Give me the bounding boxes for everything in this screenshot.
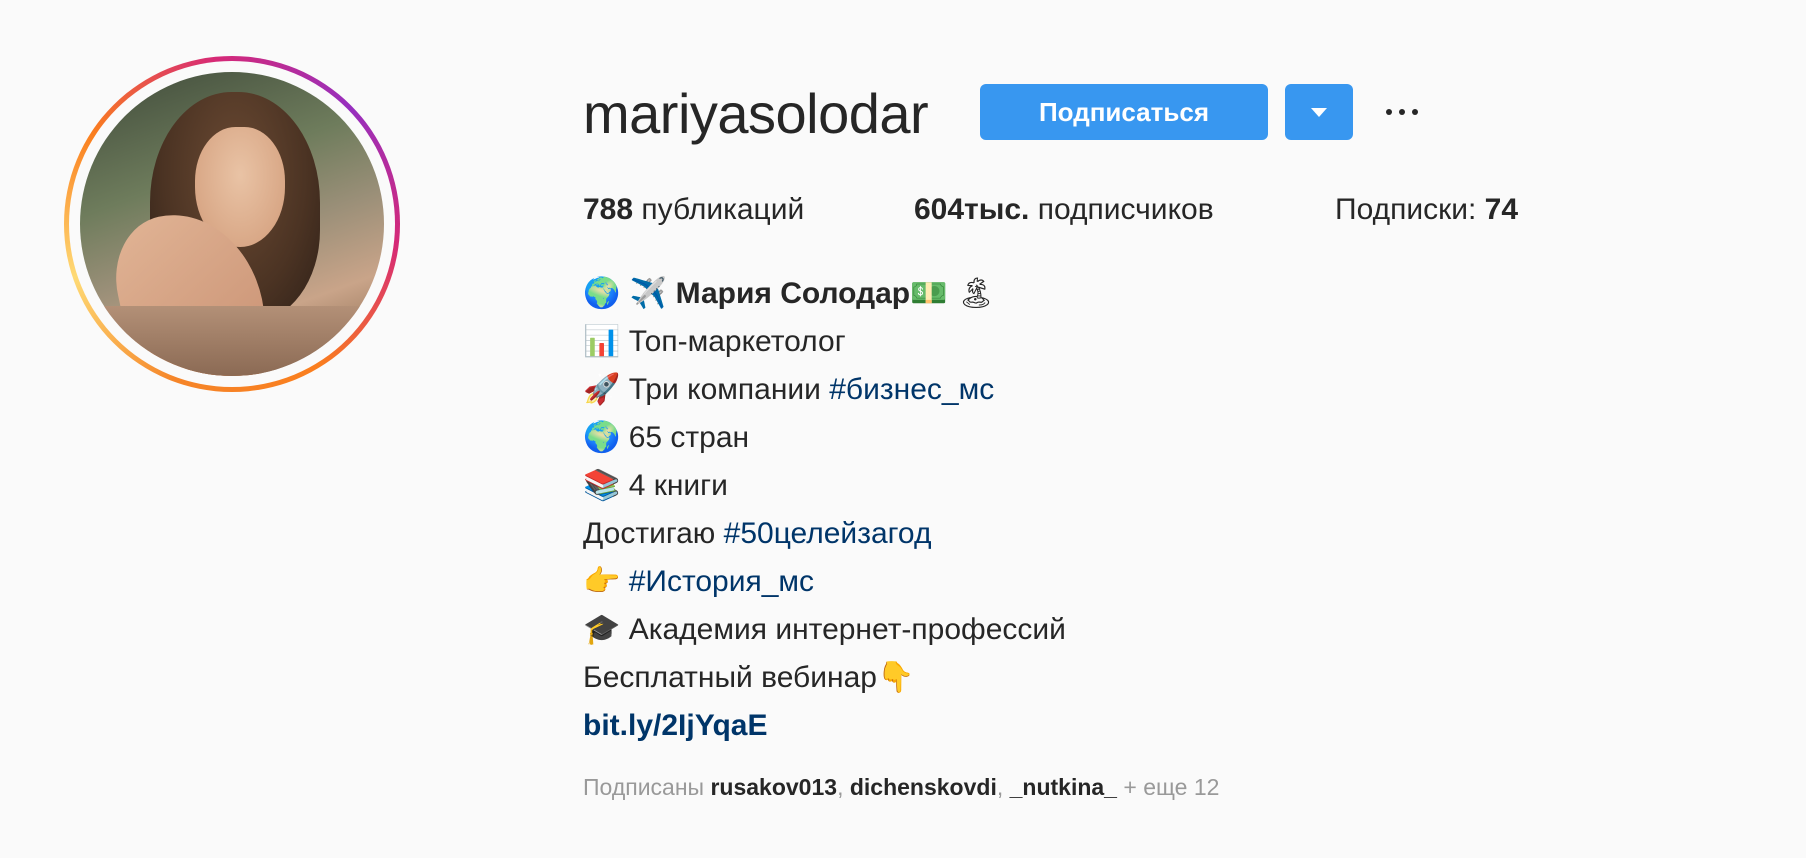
profile-page: mariyasolodar Подписаться 788 публикаций… <box>0 0 1806 858</box>
suggestions-dropdown-button[interactable] <box>1285 84 1353 140</box>
bio-line: 👉 #История_мс <box>583 558 1066 606</box>
stat-followers[interactable]: 604тыс. подписчиков <box>914 190 1214 230</box>
followed-by: Подписаны rusakov013, dichenskovdi, _nut… <box>583 774 1220 800</box>
graduation-cap-emoji: 🎓 <box>583 612 621 647</box>
follower-link[interactable]: dichenskovdi <box>850 774 997 800</box>
bio-text: Достигаю <box>583 517 716 550</box>
hashtag-link[interactable]: #История_мс <box>629 565 814 598</box>
bio-website-link[interactable]: bit.ly/2IjYqaE <box>583 709 768 742</box>
posts-count: 788 <box>583 193 634 226</box>
caret-down-icon <box>1311 107 1327 117</box>
money-island-emoji: 💵 🏝 <box>910 276 996 311</box>
bio-line: 📊 Топ-маркетолог <box>583 318 1066 366</box>
bio-line: 🎓 Академия интернет-профессий <box>583 606 1066 654</box>
bio-line: bit.ly/2IjYqaE <box>583 702 1066 750</box>
follower-link[interactable]: _nutkina_ <box>1010 774 1117 800</box>
following-label: Подписки: <box>1335 193 1477 226</box>
follow-button[interactable]: Подписаться <box>980 84 1268 140</box>
followers-count: 604тыс. <box>914 193 1030 226</box>
avatar[interactable] <box>80 72 384 376</box>
bio-line: 📚 4 книги <box>583 462 1066 510</box>
more-options-button[interactable] <box>1386 96 1418 128</box>
bar-chart-emoji: 📊 <box>583 324 621 359</box>
bio-text: 65 стран <box>628 421 750 454</box>
pointing-down-emoji: 👇 <box>876 660 915 695</box>
profile-username: mariyasolodar <box>583 82 929 145</box>
story-ring[interactable] <box>64 56 400 392</box>
pointing-right-emoji: 👉 <box>583 564 621 599</box>
bio-line: Достигаю #50целейзагод <box>583 510 1066 558</box>
profile-bio: 🌍 ✈️ Мария Солодар💵 🏝 📊 Топ-маркетолог 🚀… <box>583 270 1066 750</box>
rocket-emoji: 🚀 <box>583 372 621 407</box>
following-count: 74 <box>1484 193 1519 226</box>
followed-by-prefix: Подписаны <box>583 774 705 800</box>
hashtag-link[interactable]: #50целейзагод <box>724 517 932 550</box>
bio-line: 🚀 Три компании #бизнес_мс <box>583 366 1066 414</box>
stat-posts: 788 публикаций <box>583 190 804 230</box>
follower-link[interactable]: rusakov013 <box>710 774 837 800</box>
bio-text: Топ-маркетолог <box>628 325 846 358</box>
more-followers-link[interactable]: + еще 12 <box>1123 774 1219 800</box>
bio-line: Бесплатный вебинар👇 <box>583 654 1066 702</box>
bio-line: 🌍 ✈️ Мария Солодар💵 🏝 <box>583 270 1066 318</box>
followers-label: подписчиков <box>1037 193 1214 226</box>
hashtag-link[interactable]: #бизнес_мс <box>829 373 994 406</box>
bio-line: 🌍 65 стран <box>583 414 1066 462</box>
books-emoji: 📚 <box>583 468 621 503</box>
stat-following[interactable]: Подписки: 74 <box>1335 190 1518 230</box>
bio-text: 4 книги <box>628 469 728 502</box>
bio-text: Три компании <box>628 373 821 406</box>
posts-label: публикаций <box>641 193 805 226</box>
full-name: Мария Солодар <box>675 277 911 310</box>
globe-plane-emoji: 🌍 ✈️ <box>583 276 668 311</box>
ellipsis-icon <box>1386 109 1392 115</box>
bio-text: Академия интернет-профессий <box>628 613 1066 646</box>
globe-emoji: 🌍 <box>583 420 621 455</box>
bio-text: Бесплатный вебинар <box>583 661 877 694</box>
